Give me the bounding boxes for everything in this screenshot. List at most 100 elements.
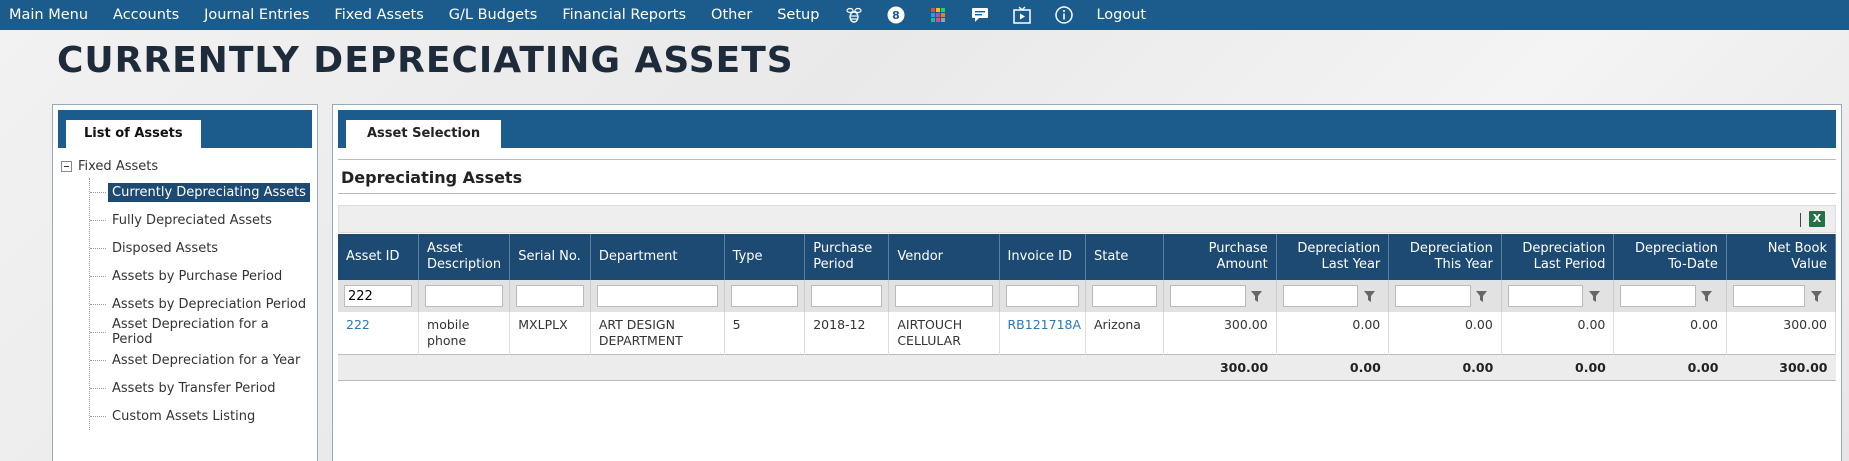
grid-toolbar: X: [338, 205, 1836, 233]
filter-input-type[interactable]: [730, 285, 799, 307]
asset-selection-panel: Asset Selection Depreciating Assets X As…: [332, 104, 1842, 461]
cell-state: Arizona: [1085, 312, 1165, 355]
total-net-book-value: 300.00: [1726, 354, 1836, 381]
asset-id-link[interactable]: 222: [346, 317, 370, 332]
nav-journal-entries[interactable]: Journal Entries: [204, 7, 309, 23]
nav-setup[interactable]: Setup: [777, 7, 819, 23]
nav-fixed-assets[interactable]: Fixed Assets: [334, 7, 423, 23]
tree-item-label: Asset Depreciation for a Period: [112, 317, 269, 347]
tree-item-by-transfer-period[interactable]: Assets by Transfer Period: [90, 374, 317, 402]
column-header[interactable]: Type: [724, 234, 806, 280]
info-icon[interactable]: [1054, 5, 1074, 25]
divider: [338, 159, 1836, 160]
column-header[interactable]: Depreciation Last Period: [1501, 234, 1615, 280]
column-header[interactable]: Depreciation Last Year: [1276, 234, 1390, 280]
badge-count: 8: [893, 9, 901, 22]
cell-amount: 300.00: [1163, 312, 1277, 355]
column-header[interactable]: Depreciation To-Date: [1613, 234, 1727, 280]
filter-input-vendor[interactable]: [895, 285, 993, 307]
tree-item-label: Assets by Depreciation Period: [112, 296, 307, 312]
filter-input-serial[interactable]: [516, 285, 584, 307]
asset-selection-header: Asset Selection: [338, 110, 1836, 148]
apps-grid-icon[interactable]: [928, 5, 948, 25]
nav-main-menu[interactable]: Main Menu: [9, 7, 88, 23]
tree-item-fully-depreciated[interactable]: Fully Depreciated Assets: [90, 206, 317, 234]
filter-input-invoice[interactable]: [1005, 285, 1079, 307]
tree-item-depreciation-for-period[interactable]: Asset Depreciation for a Period: [90, 317, 317, 347]
invoice-link[interactable]: RB121718A: [1008, 317, 1082, 332]
tree-item-by-depreciation-period[interactable]: Assets by Depreciation Period: [90, 290, 317, 318]
filter-funnel-icon[interactable]: [1805, 285, 1827, 307]
column-header[interactable]: Invoice ID: [999, 234, 1086, 280]
total-amount: 300.00: [1163, 354, 1277, 381]
cell-dep-last-period: 0.00: [1501, 312, 1615, 355]
cell-dep-this-year: 0.00: [1388, 312, 1502, 355]
cell-dep-to-date: 0.00: [1613, 312, 1727, 355]
cell-description: mobile phone: [418, 312, 511, 355]
nav-gl-budgets[interactable]: G/L Budgets: [449, 7, 538, 23]
column-header[interactable]: Department: [590, 234, 725, 280]
nav-logout[interactable]: Logout: [1096, 7, 1146, 23]
grid-header-row: Asset ID Asset Description Serial No. De…: [338, 234, 1837, 280]
filter-input-dep-to-date[interactable]: [1620, 285, 1696, 307]
column-header[interactable]: Asset Description: [418, 234, 511, 280]
filter-input-amount[interactable]: [1170, 285, 1246, 307]
filter-funnel-icon[interactable]: [1358, 285, 1380, 307]
column-header[interactable]: Depreciation This Year: [1388, 234, 1502, 280]
cell-asset-id[interactable]: 222: [338, 312, 420, 355]
tree-item-label: Currently Depreciating Assets: [108, 182, 310, 202]
tree-item-label: Assets by Transfer Period: [112, 380, 276, 396]
filter-funnel-icon[interactable]: [1696, 285, 1718, 307]
video-icon[interactable]: [1012, 5, 1032, 25]
filter-input-dep-last-year[interactable]: [1282, 285, 1359, 307]
column-header[interactable]: Purchase Amount: [1163, 234, 1277, 280]
table-row[interactable]: 222 mobile phone MXLPLX ART DESIGN DEPAR…: [338, 312, 1837, 355]
filter-input-net-book-value[interactable]: [1732, 285, 1805, 307]
cell-invoice[interactable]: RB121718A: [999, 312, 1086, 355]
bee-icon[interactable]: [844, 5, 864, 25]
cell-vendor: AIRTOUCH CELLULAR: [888, 312, 1000, 355]
excel-export-icon[interactable]: X: [1809, 211, 1825, 227]
nav-other[interactable]: Other: [711, 7, 752, 23]
filter-input-description[interactable]: [425, 285, 504, 307]
tree-items: Currently Depreciating Assets Fully Depr…: [89, 178, 317, 430]
badge-8-icon[interactable]: 8: [886, 5, 906, 25]
column-header[interactable]: Serial No.: [509, 234, 591, 280]
tab-list-of-assets[interactable]: List of Assets: [66, 120, 201, 148]
asset-tree: Fixed Assets Currently Depreciating Asse…: [53, 148, 317, 430]
filter-input-asset-id[interactable]: [344, 285, 413, 307]
asset-list-panel-header: List of Assets: [58, 110, 312, 148]
column-header[interactable]: State: [1085, 234, 1165, 280]
column-header[interactable]: Vendor: [888, 234, 1000, 280]
nav-accounts[interactable]: Accounts: [113, 7, 179, 23]
filter-input-state[interactable]: [1091, 285, 1158, 307]
collapse-icon[interactable]: [61, 160, 72, 172]
tree-item-by-purchase-period[interactable]: Assets by Purchase Period: [90, 262, 317, 290]
filter-input-dep-last-period[interactable]: [1507, 285, 1584, 307]
toolbar-separator: [1800, 213, 1801, 227]
filter-input-dep-this-year[interactable]: [1395, 285, 1471, 307]
filter-funnel-icon[interactable]: [1471, 285, 1493, 307]
total-dep-this-year: 0.00: [1388, 354, 1502, 381]
filter-input-department[interactable]: [596, 285, 718, 307]
filter-funnel-icon[interactable]: [1246, 285, 1268, 307]
totals-row: 300.00 0.00 0.00 0.00 0.00 300.00: [338, 354, 1836, 381]
section-title: Depreciating Assets: [341, 168, 523, 187]
tree-root-fixed-assets[interactable]: Fixed Assets: [53, 154, 317, 178]
tree-item-disposed[interactable]: Disposed Assets: [90, 234, 317, 262]
tree-item-custom-listing[interactable]: Custom Assets Listing: [90, 402, 317, 430]
column-header[interactable]: Net Book Value: [1726, 234, 1837, 280]
tree-item-depreciation-for-year[interactable]: Asset Depreciation for a Year: [90, 346, 317, 374]
tab-asset-selection[interactable]: Asset Selection: [346, 120, 502, 148]
tree-item-currently-depreciating[interactable]: Currently Depreciating Assets: [90, 178, 317, 206]
filter-input-period[interactable]: [811, 285, 883, 307]
cell-type: 5: [724, 312, 806, 355]
column-header[interactable]: Asset ID: [338, 234, 420, 280]
tree-root-label: Fixed Assets: [78, 158, 159, 174]
chat-icon[interactable]: [970, 5, 990, 25]
cell-department: ART DESIGN DEPARTMENT: [590, 312, 725, 355]
cell-dep-last-year: 0.00: [1276, 312, 1390, 355]
column-header[interactable]: Purchase Period: [804, 234, 890, 280]
nav-financial-reports[interactable]: Financial Reports: [562, 7, 686, 23]
filter-funnel-icon[interactable]: [1583, 285, 1605, 307]
